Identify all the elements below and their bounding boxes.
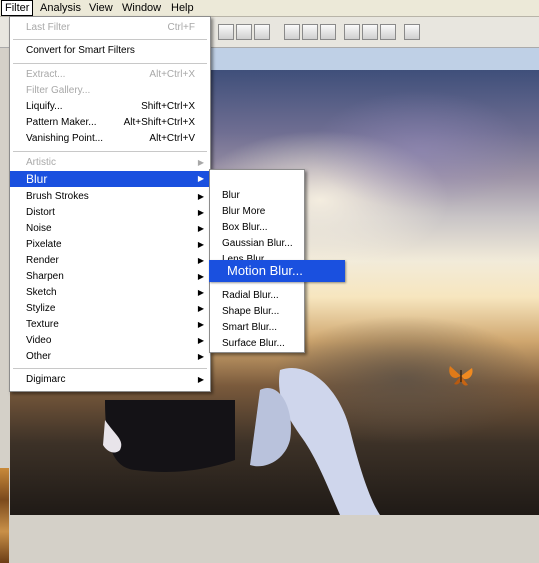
figure-legs bbox=[250, 368, 380, 515]
submenu-arrow-icon: ▶ bbox=[197, 192, 204, 201]
menu-item-extract: Extract... Alt+Ctrl+X bbox=[26, 69, 195, 80]
menu-item-texture[interactable]: Texture ▶ bbox=[10, 317, 210, 333]
align-icon[interactable] bbox=[218, 24, 234, 40]
submenu-arrow-icon: ▶ bbox=[197, 352, 204, 361]
menu-window[interactable]: Window bbox=[119, 1, 164, 15]
menu-item-pattern-maker[interactable]: Pattern Maker... Alt+Shift+Ctrl+X bbox=[10, 115, 210, 131]
filter-menu: Last Filter Ctrl+F Convert for Smart Filt… bbox=[9, 16, 211, 392]
swatch-thumbnail bbox=[0, 468, 9, 563]
distribute-icon[interactable] bbox=[344, 24, 360, 40]
submenu-arrow-icon: ▶ bbox=[197, 336, 204, 345]
menu-item-last-filter: Last Filter Ctrl+F bbox=[26, 22, 195, 33]
submenu-item-box-blur[interactable]: Box Blur... bbox=[210, 220, 304, 236]
align-icon[interactable] bbox=[254, 24, 270, 40]
submenu-item-radial-blur[interactable]: Radial Blur... bbox=[210, 288, 304, 304]
distribute-icon[interactable] bbox=[320, 24, 336, 40]
submenu-arrow-icon: ▶ bbox=[197, 158, 204, 167]
menu-item-vanishing-point[interactable]: Vanishing Point... Alt+Ctrl+V bbox=[10, 131, 210, 147]
menu-item-pixelate[interactable]: Pixelate ▶ bbox=[10, 237, 210, 253]
menu-item-other[interactable]: Other ▶ bbox=[10, 349, 210, 365]
menu-item-blur[interactable]: Blur ▶ bbox=[10, 171, 210, 187]
submenu-arrow-icon: ▶ bbox=[197, 288, 204, 297]
menu-bar: Filter Analysis View Window Help bbox=[0, 0, 539, 17]
submenu-arrow-icon: ▶ bbox=[197, 240, 204, 249]
menu-item-digimarc[interactable]: Digimarc ▶ bbox=[10, 372, 210, 388]
menu-item-filter-gallery: Filter Gallery... bbox=[26, 85, 91, 96]
menu-filter[interactable]: Filter bbox=[1, 0, 34, 16]
align-icon[interactable] bbox=[236, 24, 252, 40]
submenu-item-surface-blur[interactable]: Surface Blur... bbox=[210, 336, 304, 352]
menu-item-sketch[interactable]: Sketch ▶ bbox=[10, 285, 210, 301]
menu-item-stylize[interactable]: Stylize ▶ bbox=[10, 301, 210, 317]
cloud bbox=[310, 90, 530, 210]
menu-item-sharpen[interactable]: Sharpen ▶ bbox=[10, 269, 210, 285]
submenu-arrow-icon: ▶ bbox=[197, 304, 204, 313]
submenu-item-blur-more[interactable]: Blur More bbox=[210, 204, 304, 220]
submenu-item-smart-blur[interactable]: Smart Blur... bbox=[210, 320, 304, 336]
menu-view[interactable]: View bbox=[86, 1, 116, 15]
menu-item-artistic: Artistic ▶ bbox=[10, 155, 210, 171]
submenu-item-blur[interactable]: Blur bbox=[210, 188, 304, 204]
menu-item-convert-smart-filters[interactable]: Convert for Smart Filters bbox=[10, 43, 210, 59]
menu-help[interactable]: Help bbox=[168, 1, 197, 15]
menu-analysis[interactable]: Analysis bbox=[37, 1, 84, 15]
submenu-arrow-icon: ▶ bbox=[197, 272, 204, 281]
submenu-item-shape-blur[interactable]: Shape Blur... bbox=[210, 304, 304, 320]
distribute-icon[interactable] bbox=[284, 24, 300, 40]
menu-item-render[interactable]: Render ▶ bbox=[10, 253, 210, 269]
figure-dress bbox=[103, 400, 235, 472]
menu-item-distort[interactable]: Distort ▶ bbox=[10, 205, 210, 221]
butterfly-icon bbox=[449, 366, 473, 386]
submenu-arrow-icon: ▶ bbox=[197, 174, 204, 183]
submenu-arrow-icon: ▶ bbox=[197, 224, 204, 233]
menu-item-liquify[interactable]: Liquify... Shift+Ctrl+X bbox=[10, 99, 210, 115]
submenu-item-gaussian-blur[interactable]: Gaussian Blur... bbox=[210, 236, 304, 252]
menu-separator bbox=[13, 63, 207, 64]
menu-separator bbox=[13, 368, 207, 369]
submenu-arrow-icon: ▶ bbox=[197, 320, 204, 329]
submenu-arrow-icon: ▶ bbox=[197, 375, 204, 384]
menu-separator bbox=[13, 39, 207, 40]
submenu-item-motion-blur[interactable]: Motion Blur... bbox=[209, 260, 345, 282]
distribute-icon[interactable] bbox=[362, 24, 378, 40]
menu-item-noise[interactable]: Noise ▶ bbox=[10, 221, 210, 237]
submenu-arrow-icon: ▶ bbox=[197, 208, 204, 217]
submenu-arrow-icon: ▶ bbox=[197, 256, 204, 265]
distribute-icon[interactable] bbox=[380, 24, 396, 40]
menu-item-video[interactable]: Video ▶ bbox=[10, 333, 210, 349]
menu-item-brush-strokes[interactable]: Brush Strokes ▶ bbox=[10, 189, 210, 205]
menu-separator bbox=[13, 151, 207, 152]
distribute-icon[interactable] bbox=[302, 24, 318, 40]
auto-align-icon[interactable] bbox=[404, 24, 420, 40]
